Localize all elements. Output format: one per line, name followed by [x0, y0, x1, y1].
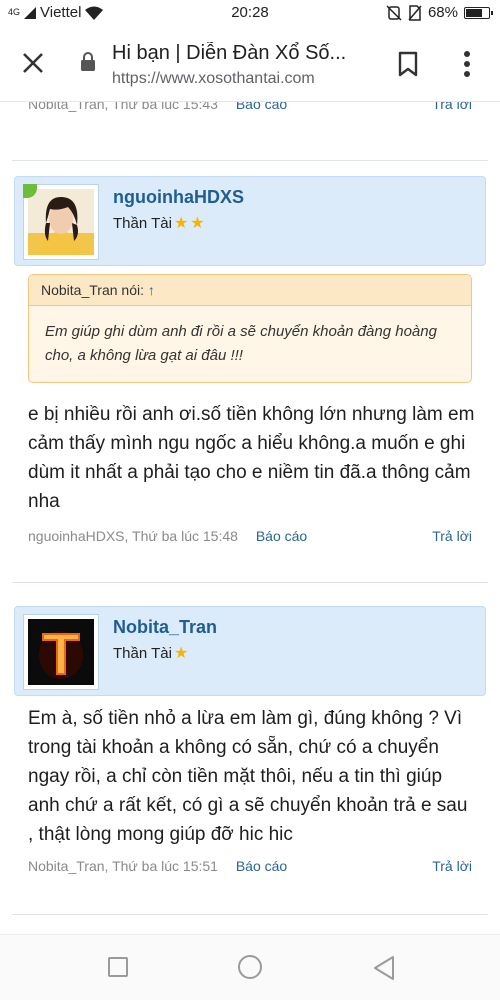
triangle-back-icon[interactable] [372, 955, 396, 981]
post-meta: Nobita_Tran, Thứ ba lúc 15:51 Báo cáo Tr… [28, 858, 472, 874]
avatar[interactable] [23, 184, 99, 260]
star-icon: ★ [173, 215, 189, 232]
user-rank: Thần Tài ★ [113, 643, 188, 663]
reply-link[interactable]: Trả lời [432, 528, 472, 544]
bookmark-icon[interactable] [397, 51, 419, 77]
lock-icon [81, 52, 95, 71]
reply-link[interactable]: Trả lời [432, 858, 472, 874]
star-icon: ★ [173, 645, 189, 662]
sim-icon [408, 4, 422, 21]
post-timestamp: Thứ ba lúc 15:51 [112, 858, 218, 874]
rank-title: Thần Tài [113, 644, 172, 662]
star-icon: ★ [190, 215, 205, 232]
browser-toolbar: Hi bạn | Diễn Đàn Xổ Số... https://www.x… [0, 26, 500, 102]
quote-header: Nobita_Tran nói: ↑ [29, 275, 471, 306]
report-link[interactable]: Báo cáo [236, 858, 287, 874]
quote-jump-icon[interactable]: ↑ [148, 282, 155, 298]
user-rank: Thần Tài ★ ★ [113, 213, 205, 233]
quote-author: Nobita_Tran nói: [41, 282, 144, 298]
post-author-meta[interactable]: Nobita_Tran [28, 102, 105, 112]
post-author-meta[interactable]: Nobita_Tran [28, 858, 105, 874]
post-divider [12, 582, 488, 583]
circle-icon[interactable] [238, 955, 262, 979]
post-meta: nguoinhaHDXS, Thứ ba lúc 15:48 Báo cáo T… [28, 528, 472, 544]
avatar[interactable] [23, 614, 99, 690]
post-divider [12, 160, 488, 161]
post-meta: Nobita_Tran, Thứ ba lúc 15:43 Báo cáo Tr… [28, 102, 472, 116]
status-bar: 4G Viettel 20:28 68% [0, 0, 500, 26]
post-timestamp: Thứ ba lúc 15:43 [112, 102, 218, 112]
post-message: e bị nhiều rồi anh ơi.số tiền không lớn … [28, 404, 475, 512]
post-userbar: Nobita_Tran Thần Tài ★ [14, 606, 486, 696]
post-timestamp: Thứ ba lúc 15:48 [132, 528, 238, 544]
close-icon[interactable] [20, 50, 46, 76]
post-message: Em à, số tiền nhỏ a lừa em làm gì, đúng … [28, 708, 468, 845]
battery-icon [464, 6, 493, 19]
avatar-photo [28, 189, 94, 255]
url-text[interactable]: https://www.xosothantai.com [112, 70, 315, 88]
post-userbar: nguoinhaHDXS Thần Tài ★ ★ [14, 176, 486, 266]
post-author[interactable]: nguoinhaHDXS [113, 187, 244, 208]
mute-icon [386, 4, 402, 21]
square-icon[interactable] [108, 957, 128, 977]
post-author-meta[interactable]: nguoinhaHDXS [28, 528, 125, 544]
post-author[interactable]: Nobita_Tran [113, 617, 217, 638]
reply-link[interactable]: Trả lời [432, 102, 472, 112]
avatar-photo [28, 619, 94, 685]
quote-block: Nobita_Tran nói: ↑ Em giúp ghi dùm anh đ… [28, 274, 472, 383]
more-vert-icon[interactable] [462, 50, 472, 78]
report-link[interactable]: Báo cáo [256, 528, 307, 544]
battery-percent: 68% [427, 4, 458, 21]
report-link[interactable]: Báo cáo [236, 102, 287, 112]
post-divider [12, 914, 488, 915]
page-title: Hi bạn | Diễn Đàn Xổ Số... [112, 42, 347, 64]
thread-content: Nobita_Tran, Thứ ba lúc 15:43 Báo cáo Tr… [0, 102, 500, 934]
quote-text: Em giúp ghi dùm anh đi rồi a sẽ chuyển k… [45, 323, 437, 364]
rank-title: Thần Tài [113, 214, 172, 232]
system-nav-bar [0, 934, 500, 1000]
